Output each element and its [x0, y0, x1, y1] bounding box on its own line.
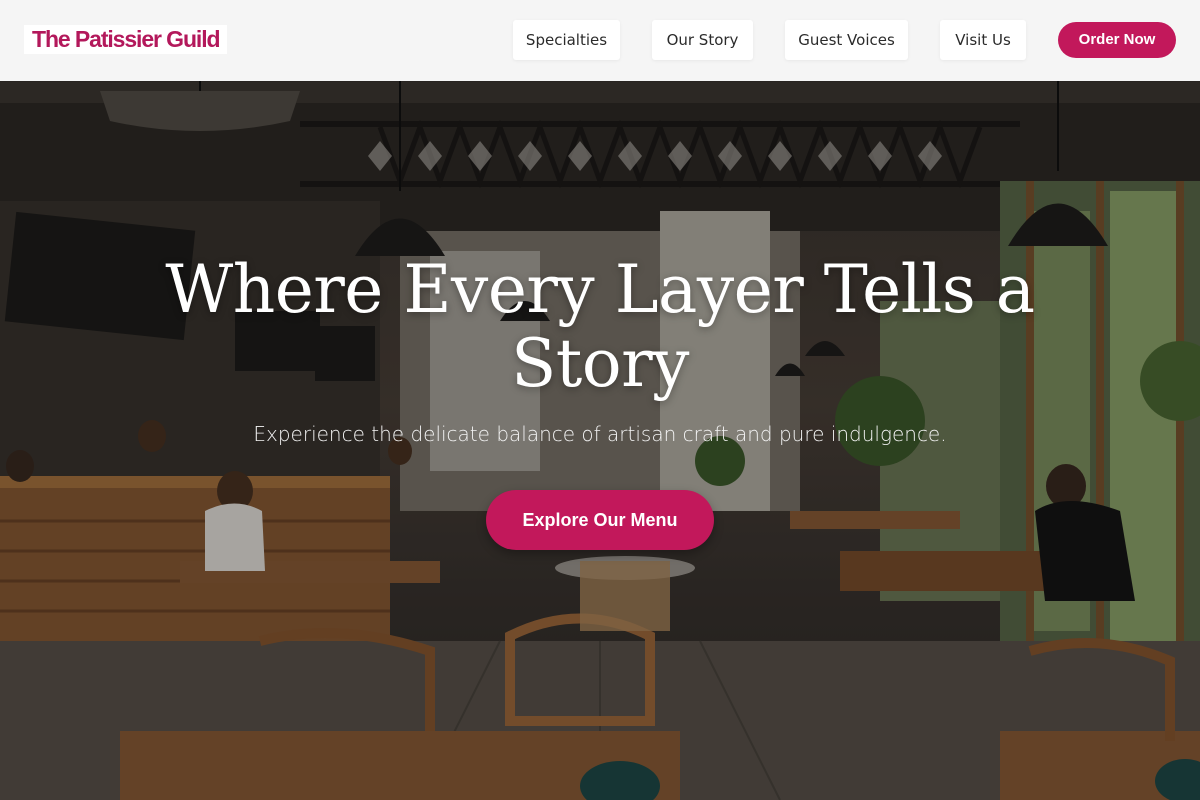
brand-logo[interactable]: The Patissier Guild: [24, 25, 228, 54]
order-now-button[interactable]: Order Now: [1058, 22, 1176, 58]
hero-subtitle: Experience the delicate balance of artis…: [253, 422, 947, 446]
nav-item-specialties[interactable]: Specialties: [513, 20, 620, 60]
nav-item-visit-us[interactable]: Visit Us: [940, 20, 1026, 60]
nav-item-our-story[interactable]: Our Story: [652, 20, 753, 60]
nav-item-guest-voices[interactable]: Guest Voices: [785, 20, 908, 60]
site-header: The Patissier Guild Specialties Our Stor…: [0, 0, 1200, 81]
hero-title: Where Every Layer Tells a Story: [165, 251, 1035, 402]
explore-menu-button[interactable]: Explore Our Menu: [486, 490, 714, 550]
hero-section: Where Every Layer Tells a Story Experien…: [0, 81, 1200, 800]
